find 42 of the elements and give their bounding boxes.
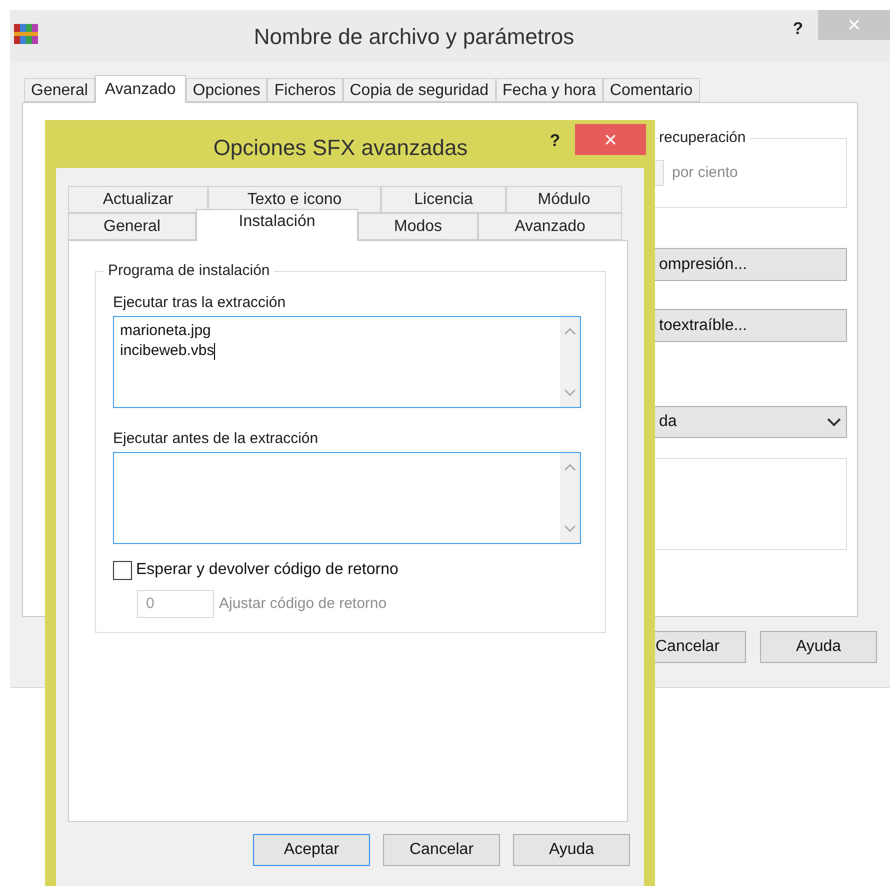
tab[interactable]: Ficheros [267,78,343,102]
tab[interactable]: Opciones [186,78,268,102]
spin-field[interactable] [655,160,664,186]
text-area[interactable]: marioneta.jpg incibeweb.vbs [113,316,581,408]
text-area[interactable] [113,452,581,544]
tab[interactable]: General [24,78,95,102]
tab[interactable]: Copia de seguridad [342,78,496,102]
help-button[interactable]: ? [535,126,575,156]
dialog-title: Opciones SFX avanzadas [212,134,469,162]
scrollbar[interactable] [560,453,580,543]
help-button[interactable]: ? [778,14,818,44]
chevron-down-icon [827,418,841,426]
unit-label: por ciento [672,162,738,183]
field-label: Ejecutar antes de la extracción [113,430,320,448]
tab[interactable]: Fecha y hora [496,78,603,102]
scroll-up-icon[interactable] [564,463,576,471]
dialog-button[interactable]: Ayuda [513,834,630,866]
group-label: Programa de instalación [104,262,274,280]
field-label: Ajustar código de retorno [219,594,387,614]
group-label: recuperación [659,129,750,147]
tab[interactable]: General [68,213,196,240]
tab[interactable]: Avanzado [94,75,186,103]
dialog-button[interactable]: Cancelar [383,834,500,866]
scrollbar[interactable] [560,317,580,407]
scroll-down-icon[interactable] [564,389,576,397]
scroll-up-icon[interactable] [564,327,576,335]
tab[interactable]: Licencia [381,186,506,213]
tab[interactable]: Instalación [196,209,358,241]
tab[interactable]: Actualizar [68,186,208,213]
tab[interactable]: Modos [358,213,478,240]
text-cursor [214,342,216,360]
dialog-button[interactable]: Aceptar [253,834,370,866]
tab[interactable]: Avanzado [478,213,622,240]
scroll-down-icon[interactable] [564,525,576,533]
checkbox-label: Esperar y devolver código de retorno [136,560,398,580]
tab[interactable]: Módulo [506,186,622,213]
dialog-button[interactable]: Ayuda [760,631,877,663]
tab[interactable]: Comentario [602,78,700,102]
checkbox[interactable] [113,560,132,580]
field-label: Ejecutar tras la extracción [113,294,287,312]
window-title: Nombre de archivo y parámetros [252,22,576,51]
app-icon [14,24,38,44]
